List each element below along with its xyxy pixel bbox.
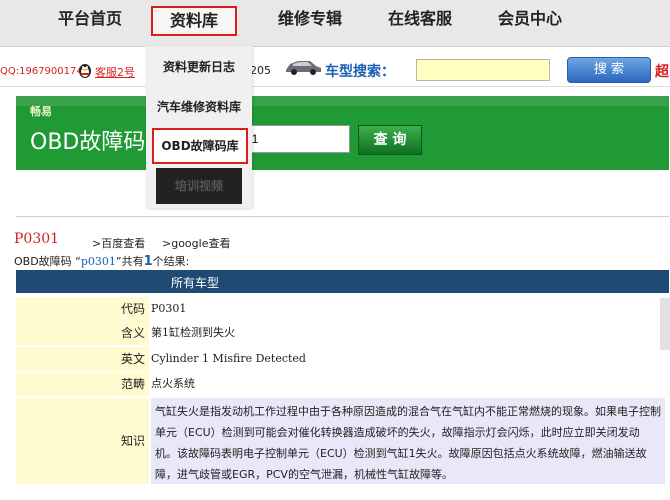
database-dropdown: 资料更新日志 汽车维修资料库 OBD故障码库 培训视频 bbox=[146, 46, 252, 208]
scrollbar-thumb[interactable] bbox=[660, 298, 670, 350]
summary-middle: ”共有 bbox=[115, 255, 144, 268]
edge-text: 超 bbox=[655, 64, 669, 80]
summary-suffix: 个结果: bbox=[152, 255, 190, 268]
nav-online-service[interactable]: 在线客服 bbox=[382, 6, 458, 32]
qq-number: QQ:1967900174 bbox=[0, 66, 83, 77]
row-value-meaning: 第1缸检测到失火 bbox=[151, 326, 235, 339]
nav-repair-album[interactable]: 维修专辑 bbox=[272, 6, 348, 32]
baidu-link[interactable]: >百度查看 bbox=[92, 235, 145, 251]
divider bbox=[16, 216, 669, 217]
row-label-category: 范畴 bbox=[16, 372, 149, 396]
phone-suffix: 205 bbox=[250, 64, 271, 77]
section-header-bar: 所有车型 bbox=[16, 270, 669, 293]
nav-home[interactable]: 平台首页 bbox=[52, 6, 128, 32]
obd-banner: 畅易 OBD故障码 查 询 bbox=[16, 105, 669, 170]
nav-database[interactable]: 资料库 bbox=[151, 6, 237, 36]
nav-member-center[interactable]: 会员中心 bbox=[492, 6, 568, 32]
row-label-code: 代码 bbox=[16, 297, 149, 321]
summary-prefix: OBD故障码 “ bbox=[14, 255, 81, 268]
row-value-english: Cylinder 1 Misfire Detected bbox=[151, 352, 306, 365]
banner-subtitle: 畅易 bbox=[30, 105, 52, 118]
top-nav: 平台首页 资料库 维修专辑 在线客服 会员中心 bbox=[0, 0, 670, 47]
row-label-meaning: 含义 bbox=[16, 321, 149, 345]
car-icon bbox=[283, 57, 323, 77]
dropdown-training-video[interactable]: 培训视频 bbox=[156, 168, 242, 204]
google-link[interactable]: >google查看 bbox=[162, 235, 230, 251]
row-value-knowledge: 气缸失火是指发动机工作过程中由于各种原因造成的混合气在气缸内不能正常燃烧的现象。… bbox=[151, 398, 665, 484]
dropdown-repair-database[interactable]: 汽车维修资料库 bbox=[146, 88, 252, 126]
contact-search-bar: QQ:1967900174 客服2号 205 车型搜索： 搜 索 超 bbox=[0, 52, 670, 87]
row-value-category: 点火系统 bbox=[151, 377, 195, 390]
section-header-title: 所有车型 bbox=[171, 276, 220, 290]
row-label-knowledge: 知识 bbox=[16, 398, 149, 484]
obd-code-input[interactable] bbox=[240, 125, 350, 153]
dropdown-update-log[interactable]: 资料更新日志 bbox=[146, 48, 252, 86]
dropdown-obd-codes[interactable]: OBD故障码库 bbox=[152, 128, 248, 164]
summary-code: p0301 bbox=[80, 255, 116, 268]
code-title-link[interactable]: P0301 bbox=[14, 231, 59, 247]
banner-title: OBD故障码 bbox=[30, 130, 146, 155]
row-label-english: 英文 bbox=[16, 347, 149, 371]
row-value-code: P0301 bbox=[151, 302, 187, 315]
query-button[interactable]: 查 询 bbox=[358, 125, 422, 155]
car-search-input[interactable] bbox=[416, 59, 550, 81]
qq-penguin-icon[interactable] bbox=[76, 61, 94, 79]
search-button[interactable]: 搜 索 bbox=[567, 57, 651, 83]
summary-count: 1 bbox=[143, 254, 153, 269]
service-2-link[interactable]: 客服2号 bbox=[95, 64, 135, 80]
car-search-label: 车型搜索： bbox=[325, 64, 395, 80]
result-summary: OBD故障码 “p0301”共有1个结果: bbox=[14, 253, 189, 269]
